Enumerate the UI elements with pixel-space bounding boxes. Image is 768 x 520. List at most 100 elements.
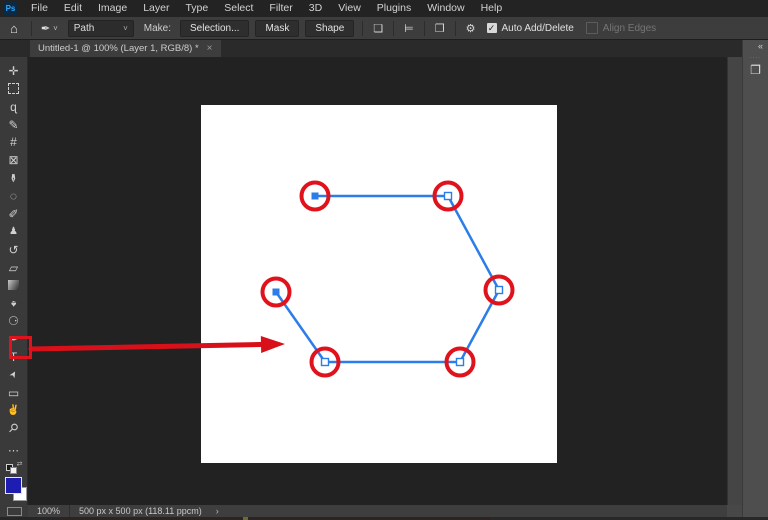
menu-type[interactable]: Type (177, 0, 216, 17)
history-brush-icon: ↺ (8, 244, 18, 256)
divider (393, 21, 394, 36)
menu-select[interactable]: Select (216, 0, 261, 17)
healing-brush-icon: ◌ (10, 190, 17, 202)
clone-stamp-icon: ♟ (9, 227, 18, 237)
menu-help[interactable]: Help (473, 0, 511, 17)
menu-image[interactable]: Image (90, 0, 135, 17)
photoshop-window: Ps File Edit Image Layer Type Select Fil… (0, 0, 768, 520)
path-operations-icon[interactable]: ❏ (373, 22, 383, 35)
menu-3d[interactable]: 3D (301, 0, 330, 17)
tool-brush[interactable]: ✐ (0, 205, 27, 223)
tool-healing-brush[interactable]: ◌ (0, 187, 27, 205)
tool-preset-picker[interactable]: ✒ ˅ (41, 22, 58, 35)
dock-grip-icon: ∙∙∙∙ (743, 55, 768, 61)
default-swap-colors-icon[interactable]: ⇄ (6, 462, 22, 472)
gear-icon[interactable]: ⚙ (466, 22, 476, 35)
menu-filter[interactable]: Filter (261, 0, 300, 17)
menu-edit[interactable]: Edit (56, 0, 90, 17)
menu-layer[interactable]: Layer (135, 0, 177, 17)
chevron-down-icon: ˅ (53, 24, 58, 33)
chevron-down-icon: ˅ (123, 24, 128, 33)
tool-crop[interactable]: # (0, 134, 27, 152)
foreground-color-swatch[interactable] (5, 477, 22, 494)
menu-view[interactable]: View (330, 0, 369, 17)
move-icon: ✛ (8, 65, 18, 77)
expand-panels-icon[interactable]: « (743, 40, 768, 51)
tab-bar: Untitled-1 @ 100% (Layer 1, RGB/8) * × (0, 40, 742, 57)
path-arrangement-icon[interactable]: ❒ (435, 22, 445, 35)
tool-eyedropper[interactable]: ✒ (0, 169, 27, 187)
auto-add-delete-checkbox[interactable]: ✓ Auto Add/Delete (487, 23, 574, 34)
vertical-scrollbar[interactable] (727, 57, 742, 505)
status-bar: 100% 500 px x 500 px (118.11 ppcm) › (0, 505, 727, 517)
tool-dodge[interactable]: ⚆ (0, 312, 27, 330)
options-bar: ⌂ ✒ ˅ Path ˅ Make: Selection... Mask Sha… (0, 17, 768, 40)
pen-tool-highlight-box (9, 336, 32, 359)
status-zoom-field[interactable]: 100% (37, 506, 60, 516)
close-icon[interactable]: × (207, 43, 213, 54)
tool-mode-value: Path (74, 23, 95, 34)
pen-nib-icon: ✒ (41, 22, 50, 35)
eraser-icon: ▱ (9, 262, 18, 274)
dodge-icon: ⚆ (8, 315, 19, 327)
document-tab-title: Untitled-1 @ 100% (Layer 1, RGB/8) * (38, 43, 199, 54)
tool-rectangle-shape[interactable]: ▭ (0, 384, 27, 402)
tool-frame[interactable]: ⊠ (0, 151, 27, 169)
tool-object-selection[interactable]: ✎ (0, 116, 27, 134)
menu-window[interactable]: Window (419, 0, 472, 17)
color-swatches[interactable] (0, 476, 28, 505)
document-tab[interactable]: Untitled-1 @ 100% (Layer 1, RGB/8) * × (30, 40, 221, 57)
blur-drop-icon: ♠ (11, 298, 16, 308)
make-shape-button[interactable]: Shape (305, 20, 354, 37)
document-dimensions: 500 px x 500 px (118.11 ppcm) (79, 506, 202, 516)
status-chevron-icon[interactable]: › (216, 506, 219, 516)
make-mask-button[interactable]: Mask (255, 20, 299, 37)
zoom-icon: ⚲ (6, 421, 21, 436)
lasso-icon: ɋ (10, 101, 17, 113)
menu-file[interactable]: File (23, 0, 56, 17)
menu-bar: Ps File Edit Image Layer Type Select Fil… (0, 0, 768, 17)
toolbar-footer (0, 505, 28, 517)
make-selection-button[interactable]: Selection... (180, 20, 249, 37)
align-edges-checkbox: Align Edges (586, 22, 656, 34)
divider (424, 21, 425, 36)
swap-arrow-icon: ⇄ (17, 460, 23, 468)
path-alignment-icon[interactable]: ⊨ (404, 22, 414, 35)
hand-icon: ✌ (7, 406, 19, 416)
marquee-icon (8, 83, 19, 94)
tool-clone-stamp[interactable]: ♟ (0, 223, 27, 241)
menu-plugins[interactable]: Plugins (369, 0, 419, 17)
checkbox-empty-icon (586, 22, 598, 34)
divider (455, 21, 456, 36)
home-icon[interactable]: ⌂ (10, 21, 18, 36)
divider (31, 21, 32, 36)
mini-background-swatch (10, 467, 17, 474)
path-selection-icon: ➤ (8, 369, 20, 380)
rectangle-shape-icon: ▭ (8, 387, 19, 399)
divider (362, 21, 363, 36)
tool-lasso[interactable]: ɋ (0, 98, 27, 116)
tool-zoom[interactable]: ⚲ (0, 420, 27, 438)
tool-history-brush[interactable]: ↺ (0, 241, 27, 259)
screen-mode-icon[interactable] (7, 507, 22, 516)
align-edges-label: Align Edges (603, 23, 656, 34)
tool-move[interactable]: ✛ (0, 62, 27, 80)
tool-path-selection[interactable]: ➤ (0, 366, 27, 384)
scrollbar-corner (727, 505, 742, 517)
edit-toolbar-button[interactable]: ⋯ (8, 444, 19, 457)
divider (69, 505, 70, 517)
panel-icon[interactable]: ❐ (743, 63, 768, 77)
tool-rectangular-marquee[interactable] (0, 80, 27, 98)
checkbox-checked-icon: ✓ (487, 23, 497, 33)
eyedropper-icon: ✒ (8, 173, 20, 183)
tools-panel: ✛ ɋ ✎ # ⊠ ✒ ◌ ✐ ♟ ↺ ▱ ♠ ⚆ ✒ T ➤ ▭ ✌ ⚲ ⋯ … (0, 57, 28, 505)
tool-blur[interactable]: ♠ (0, 294, 27, 312)
tool-hand[interactable]: ✌ (0, 402, 27, 420)
crop-icon: # (10, 136, 17, 148)
canvas-area[interactable] (28, 57, 727, 505)
tool-mode-select[interactable]: Path ˅ (68, 20, 134, 37)
tool-gradient[interactable] (0, 277, 27, 295)
tool-eraser[interactable]: ▱ (0, 259, 27, 277)
frame-icon: ⊠ (8, 154, 18, 166)
ps-logo-icon: Ps (4, 2, 17, 15)
